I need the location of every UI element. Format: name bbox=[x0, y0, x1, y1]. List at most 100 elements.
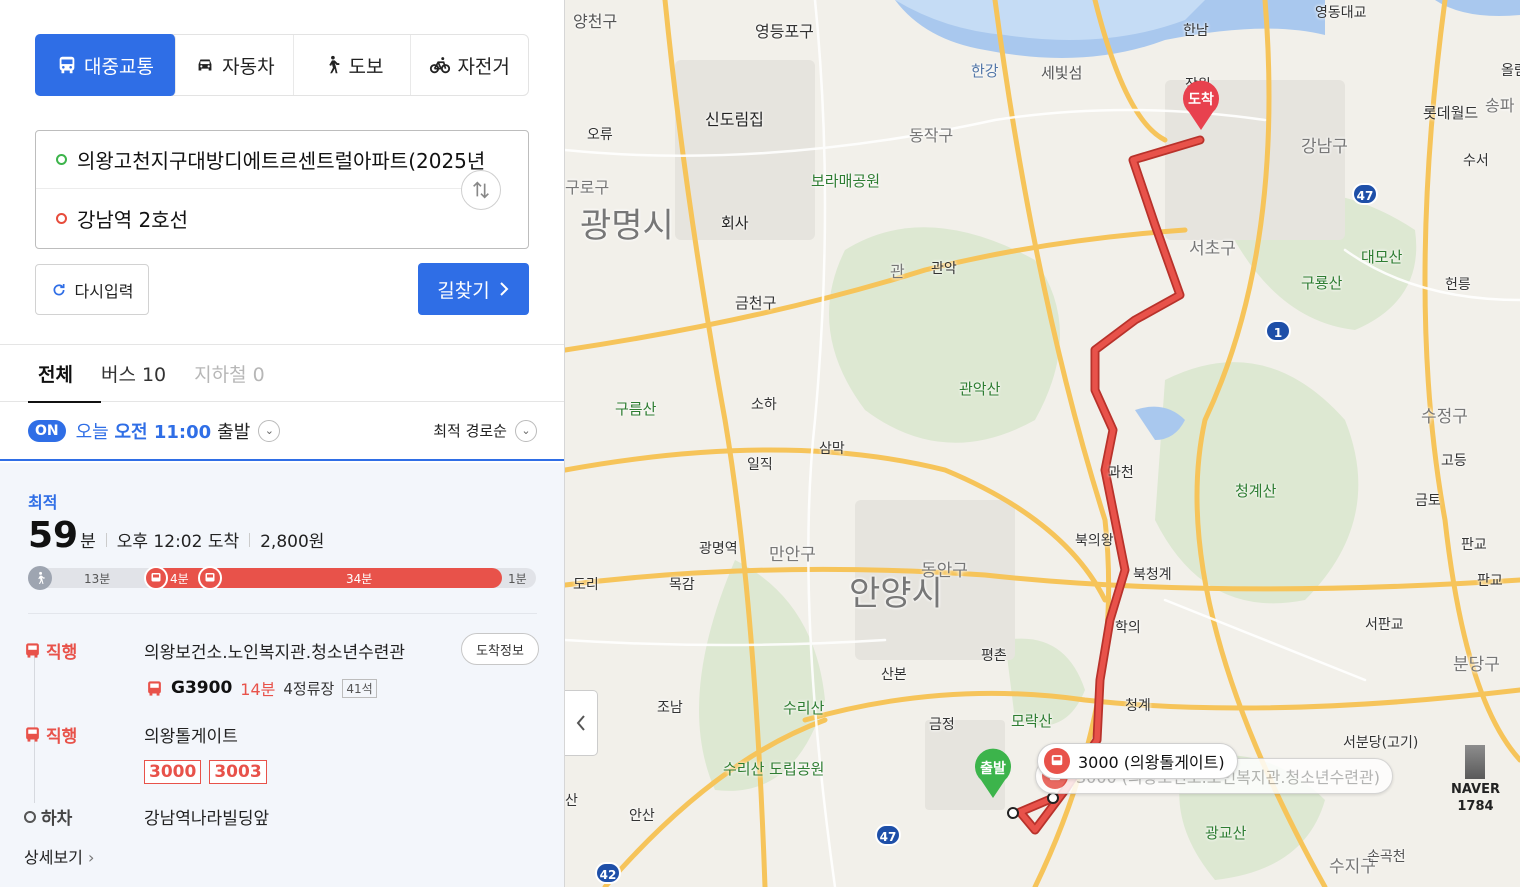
bus-line[interactable]: G3900 14분 4정류장 41석 bbox=[146, 676, 377, 700]
swap-route-button[interactable] bbox=[461, 170, 501, 210]
route-input-box: 의왕고천지구대방디에트르센트럴아파트(2025년 강남역 2호선 bbox=[35, 130, 529, 249]
end-pin-label: 도착 bbox=[1188, 92, 1214, 108]
map-label: 금천구 bbox=[735, 294, 777, 312]
route-shield-icon: 47 bbox=[875, 824, 901, 846]
walk-icon bbox=[28, 566, 52, 590]
map-label: 삼막 bbox=[819, 441, 845, 457]
mode-label: 자동차 bbox=[222, 55, 275, 78]
mode-bike[interactable]: 자전거 bbox=[411, 35, 528, 95]
sort-dropdown[interactable]: 최적 경로순 ⌄ bbox=[433, 419, 537, 442]
map-label: 영동대교 bbox=[1315, 5, 1367, 21]
map-label: 양천구 bbox=[573, 12, 618, 31]
stop-name[interactable]: 의왕보건소.노인복지관.청소년수련관 bbox=[144, 638, 405, 663]
arrival-info-button[interactable]: 도착정보 bbox=[461, 633, 539, 665]
bus-icon bbox=[198, 566, 222, 590]
map-label: 올림 bbox=[1501, 63, 1520, 79]
step-tag-label: 직행 bbox=[46, 727, 78, 747]
naver-logo: NAVER 1784 bbox=[1451, 745, 1500, 815]
step-tag: 하차 bbox=[24, 804, 72, 829]
map-label: 분당구 bbox=[1453, 655, 1500, 675]
bus-icon bbox=[26, 727, 39, 742]
map-label: 오류 bbox=[587, 127, 613, 143]
map-label: 금정 bbox=[929, 717, 955, 733]
bike-icon bbox=[430, 57, 451, 74]
start-input[interactable]: 의왕고천지구대방디에트르센트럴아파트(2025년 bbox=[36, 131, 490, 189]
stop-name[interactable]: 의왕톨게이트 bbox=[144, 722, 238, 747]
find-route-button[interactable]: 길찾기 bbox=[418, 263, 529, 315]
tab-bus[interactable]: 버스 10 bbox=[101, 344, 166, 402]
bus-chip[interactable]: 3003 bbox=[209, 760, 267, 784]
map-label: 소하 bbox=[751, 397, 777, 413]
stop-name[interactable]: 강남역나라빌딩앞 bbox=[144, 804, 269, 829]
map-label: 서초구 bbox=[1189, 239, 1236, 259]
result-tabs: 전체 버스 10 지하철 0 bbox=[0, 344, 564, 403]
map-label: 고등 bbox=[1441, 453, 1467, 469]
bus-icon bbox=[148, 680, 161, 696]
step-tag-label: 직행 bbox=[46, 643, 78, 663]
map-label: 수서 bbox=[1463, 153, 1489, 169]
map-label: 청계 bbox=[1125, 698, 1151, 714]
search-panel: 대중교통 자동차 도보 자전거 의왕고천지구대방디에트르센트럴아파트(2025년… bbox=[0, 0, 565, 887]
map-label: 과천 bbox=[1108, 465, 1134, 481]
map-label: 일직 bbox=[747, 457, 773, 473]
map-label: 금토 bbox=[1415, 493, 1441, 509]
best-label: 최적 bbox=[28, 493, 58, 512]
map-label: 안산 bbox=[629, 808, 655, 824]
map-label: 산 bbox=[565, 793, 578, 809]
separator bbox=[105, 533, 107, 547]
map-label: 광명역 bbox=[699, 541, 738, 557]
search-label: 길찾기 bbox=[437, 279, 490, 302]
start-value: 의왕고천지구대방디에트르센트럴아파트(2025년 bbox=[77, 149, 486, 173]
step-tag-label: 하차 bbox=[41, 809, 73, 829]
map-callout-tollgate[interactable]: 3000 (의왕톨게이트) bbox=[1037, 743, 1238, 779]
departure-time[interactable]: 오늘 오전 11:00 bbox=[76, 418, 212, 444]
bus-chips: 3000 3003 bbox=[144, 760, 267, 784]
map-label: 한강 bbox=[971, 62, 999, 80]
map-label: 모락산 bbox=[1011, 712, 1053, 730]
map-label: 롯데월드 bbox=[1423, 104, 1479, 122]
chevron-down-icon[interactable]: ⌄ bbox=[258, 419, 281, 442]
arrival-time: 오후 12:02 도착 bbox=[116, 532, 240, 552]
mode-car[interactable]: 자동차 bbox=[176, 35, 294, 95]
bus-chip[interactable]: 3000 bbox=[144, 760, 202, 784]
divider bbox=[28, 613, 537, 614]
map-label: 동작구 bbox=[909, 126, 954, 145]
detail-label: 상세보기 bbox=[24, 848, 83, 867]
mode-label: 대중교통 bbox=[84, 55, 154, 78]
end-value: 강남역 2호선 bbox=[77, 207, 189, 232]
map-label: 목감 bbox=[669, 577, 695, 593]
detail-link[interactable]: 상세보기 › bbox=[24, 844, 94, 868]
timeline-bar: 13분 4분 34분 1분 bbox=[28, 566, 536, 590]
chevron-right-icon: › bbox=[87, 848, 95, 867]
on-badge[interactable]: ON bbox=[28, 419, 66, 442]
mode-transit[interactable]: 대중교통 bbox=[35, 34, 176, 96]
map-view[interactable]: 양천구영등포구한남영동대교한강세빛섬잠원롯데월드송파올림신도림집오류동작구강남구… bbox=[565, 0, 1520, 887]
collapse-panel-button[interactable] bbox=[565, 690, 598, 756]
building-icon bbox=[1465, 745, 1486, 779]
depart-time: 오전 11:00 bbox=[114, 421, 212, 443]
chevron-down-icon: ⌄ bbox=[515, 419, 537, 442]
reset-label: 다시입력 bbox=[74, 281, 134, 301]
departure-bar: ON 오늘 오전 11:00 출발 ⌄ 최적 경로순 ⌄ bbox=[0, 402, 564, 461]
callout-text: 3000 (의왕톨게이트) bbox=[1078, 753, 1225, 772]
map-label: 한남 bbox=[1183, 23, 1209, 39]
wait-minutes: 4분 bbox=[170, 572, 189, 586]
map-label: 서판교 bbox=[1365, 617, 1404, 633]
route-result-card[interactable]: 최적 59 분 오후 12:02 도착 2,800원 13분 4분 34분 1분… bbox=[0, 463, 564, 887]
map-label: 청계산 bbox=[1235, 482, 1277, 500]
chevron-left-icon bbox=[576, 715, 585, 731]
route-shield-icon: 42 bbox=[595, 862, 621, 884]
depart-day: 오늘 bbox=[75, 421, 109, 443]
tab-subway[interactable]: 지하철 0 bbox=[194, 344, 265, 402]
refresh-icon bbox=[53, 283, 65, 295]
map-label: 구름산 bbox=[615, 400, 657, 418]
mode-walk[interactable]: 도보 bbox=[294, 35, 412, 95]
bus-icon bbox=[26, 643, 39, 658]
step-tag: 직행 bbox=[24, 638, 77, 663]
swap-icon bbox=[473, 181, 489, 199]
tab-all[interactable]: 전체 bbox=[28, 344, 101, 403]
map-label: 학의 bbox=[1115, 620, 1141, 636]
end-input[interactable]: 강남역 2호선 bbox=[36, 189, 458, 247]
reset-button[interactable]: 다시입력 bbox=[35, 264, 149, 315]
map-label: 영등포구 bbox=[755, 22, 814, 41]
